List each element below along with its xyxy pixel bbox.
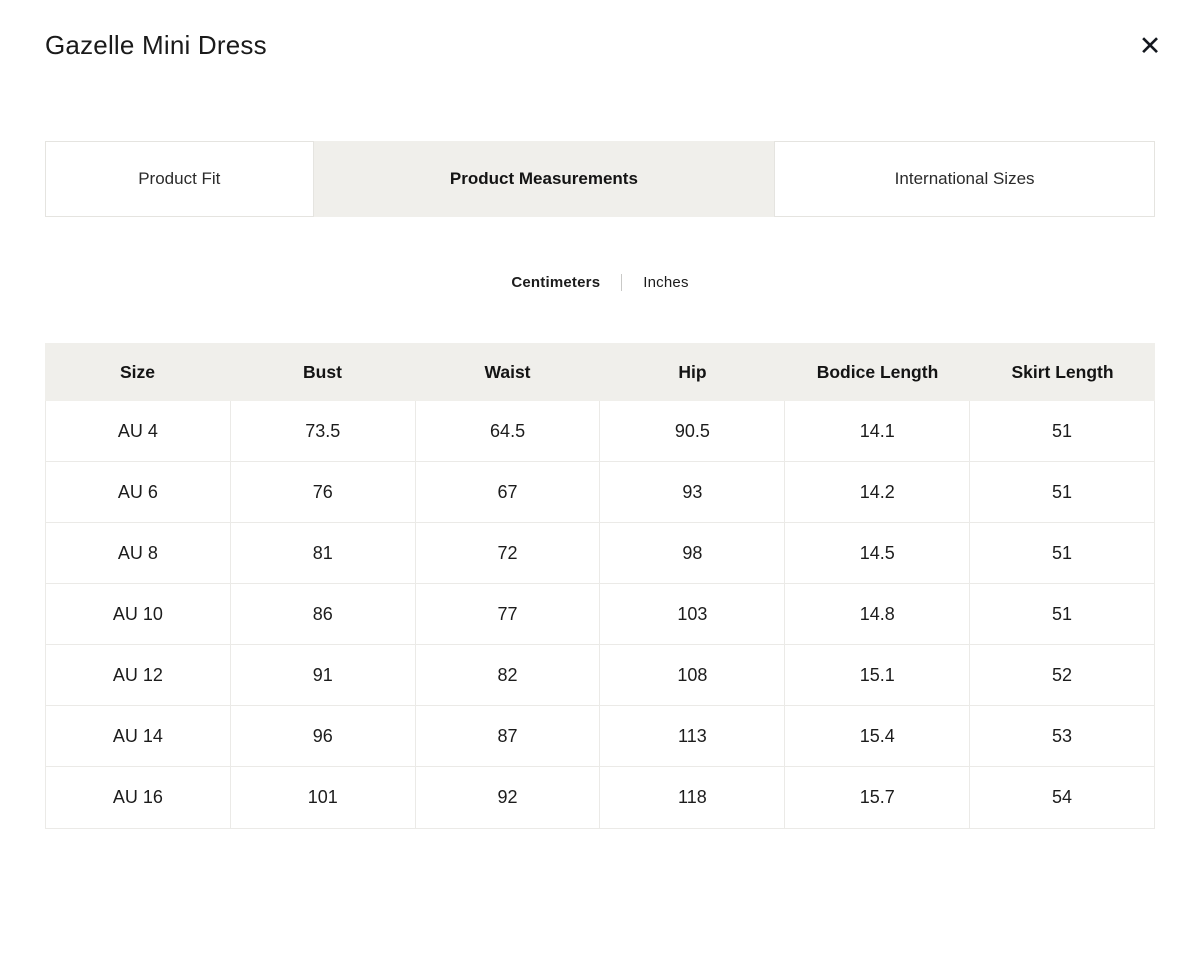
- measurement-cell: 52: [970, 645, 1154, 705]
- unit-option-centimeters[interactable]: Centimeters: [511, 274, 600, 291]
- table-row: AU 10867710314.851: [46, 584, 1154, 645]
- measurement-cell: 77: [416, 584, 601, 644]
- size-table: SizeBustWaistHipBodice LengthSkirt Lengt…: [45, 343, 1155, 829]
- column-header: Hip: [600, 343, 785, 401]
- column-header: Skirt Length: [970, 343, 1155, 401]
- size-cell: AU 4: [46, 401, 231, 461]
- measurement-cell: 93: [600, 462, 785, 522]
- size-cell: AU 6: [46, 462, 231, 522]
- table-row: AU 473.564.590.514.151: [46, 401, 1154, 462]
- measurement-cell: 103: [600, 584, 785, 644]
- measurement-cell: 113: [600, 706, 785, 766]
- measurement-cell: 76: [231, 462, 416, 522]
- unit-toggle-divider: [621, 274, 622, 291]
- product-title: Gazelle Mini Dress: [45, 30, 1155, 61]
- size-table-body: AU 473.564.590.514.151AU 676679314.251AU…: [45, 401, 1155, 829]
- table-row: AU 161019211815.754: [46, 767, 1154, 828]
- measurement-cell: 54: [970, 767, 1154, 828]
- measurement-cell: 96: [231, 706, 416, 766]
- size-table-header-row: SizeBustWaistHipBodice LengthSkirt Lengt…: [45, 343, 1155, 401]
- close-icon[interactable]: ✕: [1130, 26, 1170, 66]
- size-cell: AU 10: [46, 584, 231, 644]
- measurement-cell: 51: [970, 523, 1154, 583]
- measurement-cell: 92: [416, 767, 601, 828]
- measurement-cell: 73.5: [231, 401, 416, 461]
- measurement-cell: 14.1: [785, 401, 970, 461]
- measurement-cell: 67: [416, 462, 601, 522]
- table-row: AU 881729814.551: [46, 523, 1154, 584]
- measurement-cell: 15.4: [785, 706, 970, 766]
- measurement-cell: 15.7: [785, 767, 970, 828]
- column-header: Bust: [230, 343, 415, 401]
- measurement-cell: 51: [970, 462, 1154, 522]
- table-row: AU 12918210815.152: [46, 645, 1154, 706]
- column-header: Bodice Length: [785, 343, 970, 401]
- measurement-cell: 101: [231, 767, 416, 828]
- measurement-cell: 91: [231, 645, 416, 705]
- measurement-cell: 14.5: [785, 523, 970, 583]
- measurement-cell: 14.8: [785, 584, 970, 644]
- size-guide-modal: Gazelle Mini Dress ✕ Product Fit Product…: [0, 0, 1200, 969]
- measurement-cell: 87: [416, 706, 601, 766]
- unit-option-inches[interactable]: Inches: [643, 274, 688, 291]
- measurement-cell: 108: [600, 645, 785, 705]
- column-header: Size: [45, 343, 230, 401]
- table-row: AU 14968711315.453: [46, 706, 1154, 767]
- column-header: Waist: [415, 343, 600, 401]
- measurement-cell: 14.2: [785, 462, 970, 522]
- measurement-cell: 53: [970, 706, 1154, 766]
- measurement-cell: 98: [600, 523, 785, 583]
- unit-toggle: Centimeters Inches: [45, 274, 1155, 291]
- modal-header: Gazelle Mini Dress ✕: [45, 0, 1155, 61]
- measurement-cell: 82: [416, 645, 601, 705]
- measurement-cell: 90.5: [600, 401, 785, 461]
- size-cell: AU 14: [46, 706, 231, 766]
- measurement-cell: 51: [970, 401, 1154, 461]
- size-cell: AU 8: [46, 523, 231, 583]
- size-cell: AU 16: [46, 767, 231, 828]
- measurement-cell: 51: [970, 584, 1154, 644]
- tab-international-sizes[interactable]: International Sizes: [774, 141, 1155, 217]
- measurement-cell: 81: [231, 523, 416, 583]
- measurement-cell: 86: [231, 584, 416, 644]
- tab-product-fit[interactable]: Product Fit: [45, 141, 314, 217]
- tab-bar: Product Fit Product Measurements Interna…: [45, 141, 1155, 217]
- measurement-cell: 118: [600, 767, 785, 828]
- measurement-cell: 15.1: [785, 645, 970, 705]
- measurement-cell: 64.5: [416, 401, 601, 461]
- tab-product-measurements[interactable]: Product Measurements: [314, 141, 775, 217]
- measurement-cell: 72: [416, 523, 601, 583]
- size-cell: AU 12: [46, 645, 231, 705]
- table-row: AU 676679314.251: [46, 462, 1154, 523]
